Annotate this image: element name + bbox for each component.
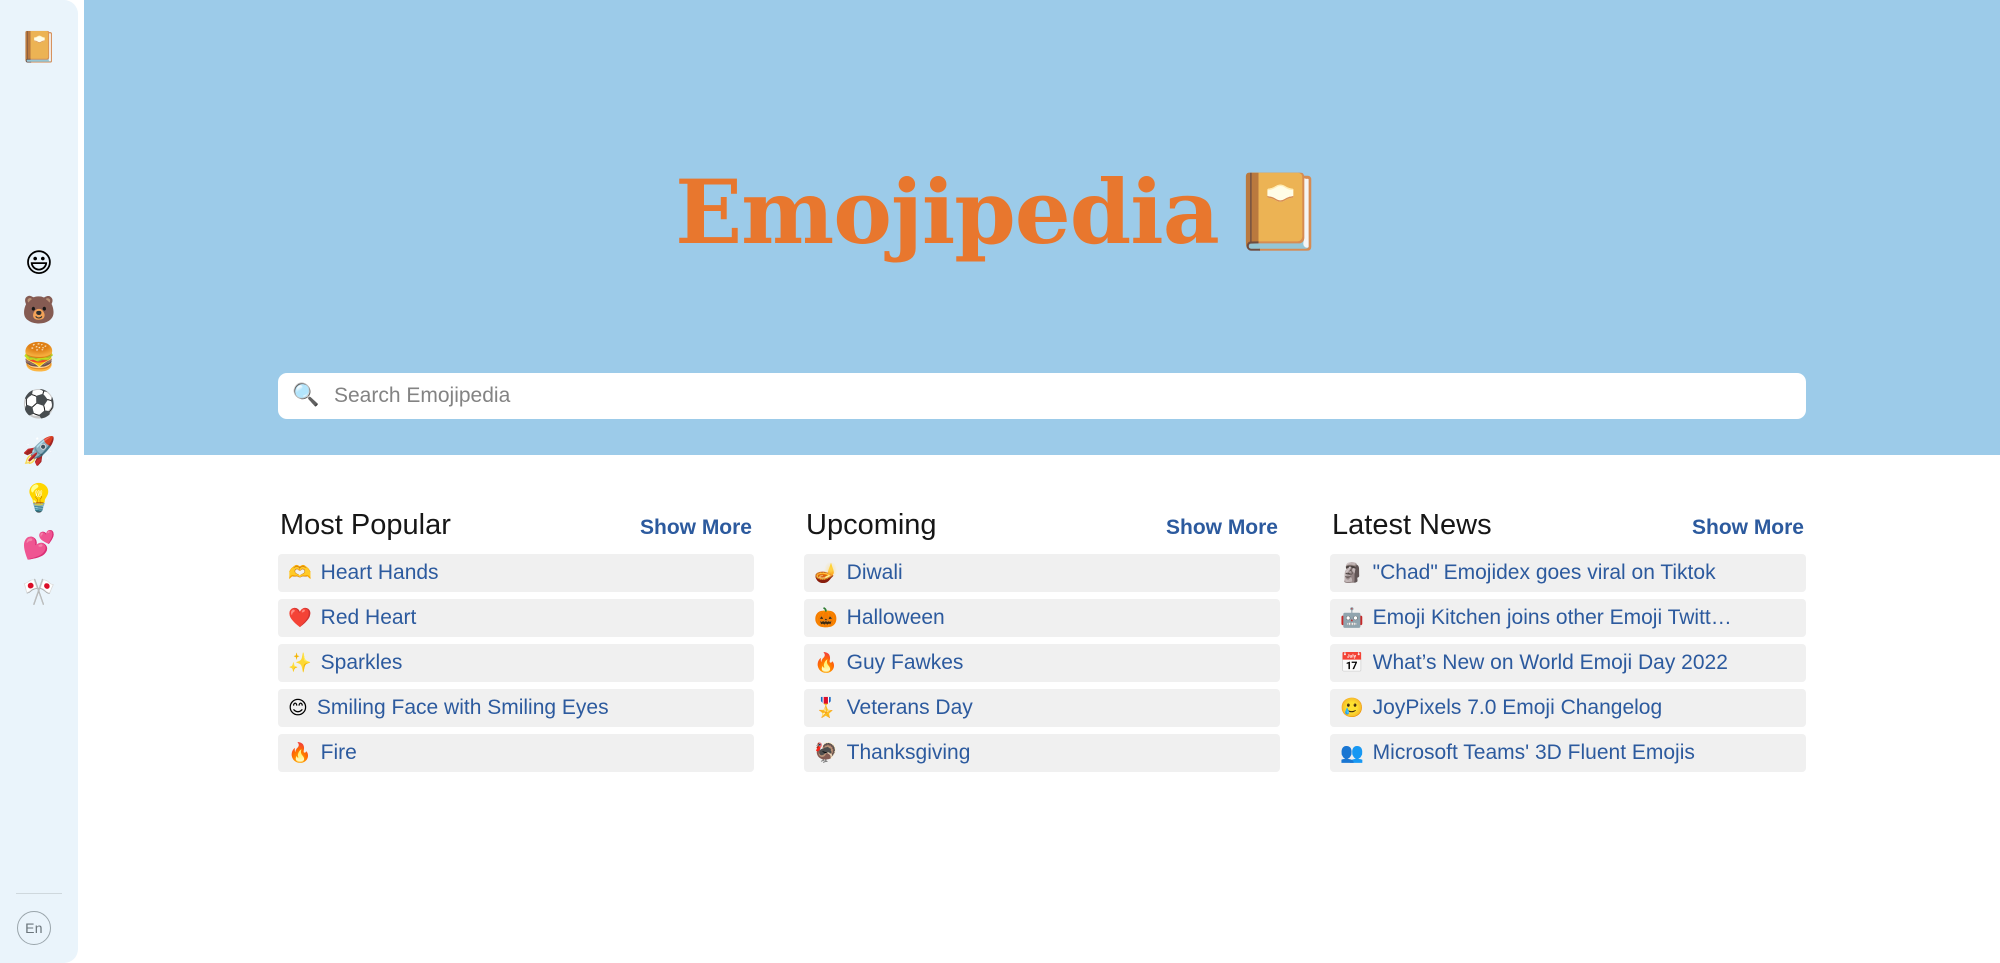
notebook-with-decorative-cover-icon: 📔 <box>1232 169 1325 255</box>
list-item-label: Halloween <box>846 606 945 629</box>
list-item[interactable]: 😊 Smiling Face with Smiling Eyes <box>278 689 754 727</box>
sidebar: 📔 😃 🐻 🍔 ⚽ 🚀 💡 💕 🎌 En <box>0 0 78 963</box>
list-item[interactable]: 🎃 Halloween <box>804 599 1280 637</box>
list-item[interactable]: 🗿 "Chad" Emojidex goes viral on Tiktok <box>1330 554 1806 592</box>
list-item[interactable]: 🎖️ Veterans Day <box>804 689 1280 727</box>
language-button[interactable]: En <box>17 911 51 945</box>
search-icon: 🔍 <box>292 383 320 408</box>
show-more-link-upcoming[interactable]: Show More <box>1166 515 1278 541</box>
list-item[interactable]: 🔥 Guy Fawkes <box>804 644 1280 682</box>
list-item[interactable]: 🤖 Emoji Kitchen joins other Emoji Twitt… <box>1330 599 1806 637</box>
column-header: Most Popular Show More <box>278 508 754 550</box>
list-item-emoji-icon: 📅 <box>1340 651 1364 674</box>
list-item-emoji-icon: 🪔 <box>814 561 838 584</box>
sidebar-item-activity[interactable]: ⚽ <box>0 381 78 428</box>
list-item[interactable]: 👥 Microsoft Teams' 3D Fluent Emojis <box>1330 734 1806 772</box>
column-header: Upcoming Show More <box>804 508 1280 550</box>
list-item-label: Red Heart <box>320 606 417 629</box>
list-item[interactable]: 🥲 JoyPixels 7.0 Emoji Changelog <box>1330 689 1806 727</box>
list-item[interactable]: 🦃 Thanksgiving <box>804 734 1280 772</box>
sidebar-category-list: 😃 🐻 🍔 ⚽ 🚀 💡 💕 🎌 <box>0 240 78 616</box>
list-item-label: Smiling Face with Smiling Eyes <box>316 696 609 719</box>
sidebar-item-food[interactable]: 🍔 <box>0 334 78 381</box>
brand-logo[interactable]: Emojipedia 📔 <box>84 160 1916 264</box>
column-most-popular: Most Popular Show More 🫶 Heart Hands ❤️ Red H… <box>278 508 754 779</box>
list-item-emoji-icon: 🎖️ <box>814 696 838 719</box>
list-item-emoji-icon: 🔥 <box>814 651 838 674</box>
list-item-label: Emoji Kitchen joins other Emoji Twitt… <box>1372 606 1732 629</box>
show-more-link-latest-news[interactable]: Show More <box>1692 515 1804 541</box>
list-item-emoji-icon: ✨ <box>288 651 312 674</box>
list-item-emoji-icon: 🦃 <box>814 741 838 764</box>
column-list: 🪔 Diwali 🎃 Halloween 🔥 Guy Fawkes 🎖️ Veterans D… <box>804 554 1280 772</box>
search-bar[interactable]: 🔍 <box>278 373 1806 419</box>
column-header: Latest News Show More <box>1330 508 1806 550</box>
sidebar-logo-icon[interactable]: 📔 <box>0 30 78 66</box>
list-item-emoji-icon: 🥲 <box>1340 696 1364 719</box>
emojipedia-page: 📔 😃🐻🍔⚽🚀💡💕🎌 En Emojipedia📔 🔍 Most Popular… <box>0 0 2000 963</box>
list-item-label: Diwali <box>846 561 903 584</box>
list-item-label: Heart Hands <box>320 561 439 584</box>
list-item-label: Guy Fawkes <box>846 651 964 674</box>
list-item-label: JoyPixels 7.0 Emoji Changelog <box>1372 696 1663 719</box>
sidebar-item-smileys[interactable]: 😃 <box>0 240 78 287</box>
column-latest-news: Latest News Show More 🗿 "Chad" Emojidex goe… <box>1330 508 1806 779</box>
list-item-label: Sparkles <box>320 651 403 674</box>
sidebar-item-travel[interactable]: 🚀 <box>0 428 78 475</box>
list-item[interactable]: ✨ Sparkles <box>278 644 754 682</box>
brand-wordmark: Emojipedia <box>675 160 1220 264</box>
list-item-emoji-icon: 🎃 <box>814 606 838 629</box>
column-title: Latest News <box>1332 509 1492 541</box>
search-input[interactable] <box>334 374 1806 418</box>
list-item-emoji-icon: 😊 <box>288 696 308 719</box>
column-upcoming: Upcoming Show More 🪔 Diwali 🎃 Halloween 🔥 Guy F… <box>804 508 1280 779</box>
list-item-label: Microsoft Teams' 3D Fluent Emojis <box>1372 741 1695 764</box>
column-list: 🫶 Heart Hands ❤️ Red Heart ✨ Sparkles 😊 Smiling… <box>278 554 754 772</box>
list-item[interactable]: 🫶 Heart Hands <box>278 554 754 592</box>
list-item-label: What’s New on World Emoji Day 2022 <box>1372 651 1728 674</box>
sidebar-divider <box>16 893 62 894</box>
list-item-label: Veterans Day <box>846 696 973 719</box>
list-item-emoji-icon: 👥 <box>1340 741 1364 764</box>
list-item-label: Thanksgiving <box>846 741 971 764</box>
list-item-label: Fire <box>320 741 357 764</box>
column-list: 🗿 "Chad" Emojidex goes viral on Tiktok 🤖 Em… <box>1330 554 1806 772</box>
hero-header: Emojipedia 📔 🔍 <box>84 0 2000 455</box>
list-item-emoji-icon: 🔥 <box>288 741 312 764</box>
sidebar-item-symbols[interactable]: 💕 <box>0 522 78 569</box>
sidebar-item-animals[interactable]: 🐻 <box>0 287 78 334</box>
list-item-emoji-icon: 🫶 <box>288 561 312 584</box>
content-columns: Most Popular Show More 🫶 Heart Hands ❤️ Red H… <box>278 508 1806 779</box>
list-item-emoji-icon: ❤️ <box>288 606 312 629</box>
list-item-emoji-icon: 🗿 <box>1340 561 1364 584</box>
list-item[interactable]: 📅 What’s New on World Emoji Day 2022 <box>1330 644 1806 682</box>
list-item[interactable]: ❤️ Red Heart <box>278 599 754 637</box>
list-item-label: "Chad" Emojidex goes viral on Tiktok <box>1372 561 1716 584</box>
sidebar-item-objects[interactable]: 💡 <box>0 475 78 522</box>
show-more-link-most-popular[interactable]: Show More <box>640 515 752 541</box>
column-title: Most Popular <box>280 509 451 541</box>
list-item[interactable]: 🔥 Fire <box>278 734 754 772</box>
sidebar-item-flags[interactable]: 🎌 <box>0 569 78 616</box>
list-item[interactable]: 🪔 Diwali <box>804 554 1280 592</box>
column-title: Upcoming <box>806 509 937 541</box>
list-item-emoji-icon: 🤖 <box>1340 606 1364 629</box>
